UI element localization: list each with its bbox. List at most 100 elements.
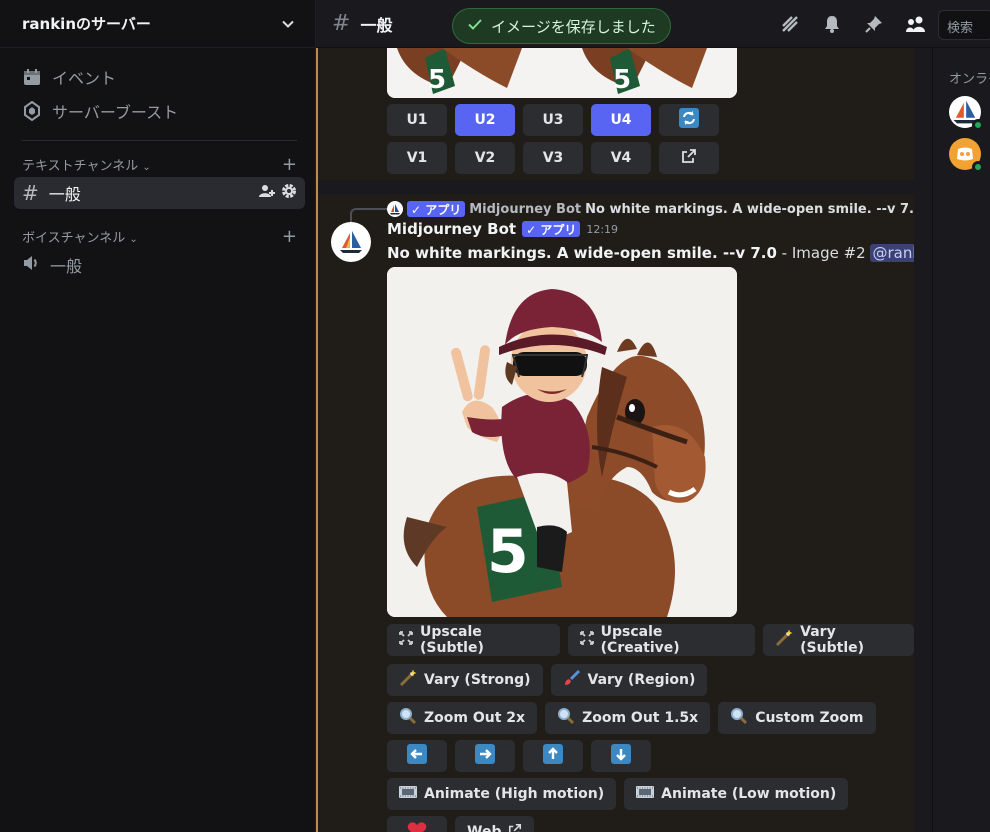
previous-message: 5 5 U1 U2 U3 U4 V1 V2 V3 V4 <box>316 48 914 180</box>
expand-icon <box>399 631 413 649</box>
category-text-channels[interactable]: テキストチャンネル ⌄ + <box>0 151 315 177</box>
calendar-icon <box>22 67 42 87</box>
gear-icon[interactable] <box>281 183 297 203</box>
server-header[interactable]: rankinのサーバー <box>0 0 315 48</box>
reply-reference[interactable]: ✓ アプリ Midjourney Bot No white markings. … <box>387 198 914 220</box>
add-channel-icon[interactable]: + <box>282 154 297 175</box>
chevron-down-icon: ⌄ <box>129 233 138 245</box>
add-channel-icon[interactable]: + <box>282 226 297 247</box>
custom-zoom-label: Custom Zoom <box>755 710 864 726</box>
favorite-button[interactable] <box>387 816 447 832</box>
web-button[interactable]: Web <box>455 816 535 832</box>
user-mention[interactable]: @rankin <box>870 244 914 262</box>
reroll-button[interactable] <box>659 104 719 136</box>
save-toast: イメージを保存しました <box>452 8 671 44</box>
speaker-icon <box>22 253 40 277</box>
v4-button[interactable]: V4 <box>591 142 651 174</box>
sidebar-server-boost[interactable]: サーバーブースト <box>0 94 315 128</box>
bot-avatar[interactable] <box>331 222 371 262</box>
author-name[interactable]: Midjourney Bot <box>387 220 516 238</box>
v2-button[interactable]: V2 <box>455 142 515 174</box>
bot-message: ✓ アプリ Midjourney Bot No white markings. … <box>316 194 914 832</box>
custom-zoom-button[interactable]: Custom Zoom <box>718 702 876 734</box>
vary-subtle-label: Vary (Subtle) <box>800 624 865 656</box>
channel-sidebar: rankinのサーバー イベント サーバーブースト テキストチャンネル ⌄ + … <box>0 0 316 832</box>
pan-up-button[interactable] <box>523 740 583 772</box>
film-icon <box>399 785 417 803</box>
sidebar-events[interactable]: イベント <box>0 60 315 94</box>
pan-left-button[interactable] <box>387 740 447 772</box>
vary-actions-row: Vary (Strong) Vary (Region) <box>387 664 708 696</box>
vary-strong-button[interactable]: Vary (Strong) <box>387 664 543 696</box>
animate-low-label: Animate (Low motion) <box>661 786 837 802</box>
animate-low-button[interactable]: Animate (Low motion) <box>624 778 849 810</box>
channel-general[interactable]: # 一般 <box>14 177 305 209</box>
u2-button[interactable]: U2 <box>455 104 515 136</box>
hash-icon: # <box>22 181 39 205</box>
u4-button[interactable]: U4 <box>591 104 651 136</box>
animate-high-button[interactable]: Animate (High motion) <box>387 778 617 810</box>
members-icon[interactable] <box>904 12 928 36</box>
timestamp: 12:19 <box>586 222 619 236</box>
open-link-button[interactable] <box>659 142 719 174</box>
zoom-out-15x-button[interactable]: Zoom Out 1.5x <box>545 702 711 734</box>
external-link-icon <box>681 148 697 168</box>
boost-icon <box>22 101 42 121</box>
magnifier-icon <box>557 707 575 729</box>
upscale-subtle-button[interactable]: Upscale (Subtle) <box>387 624 560 656</box>
member-list: オンライン <box>932 48 990 832</box>
vary-subtle-button[interactable]: Vary (Subtle) <box>763 624 914 656</box>
u3-button[interactable]: U3 <box>523 104 583 136</box>
invite-icon[interactable] <box>259 183 275 203</box>
arrow-left-icon <box>407 744 427 768</box>
pin-icon[interactable] <box>862 12 886 36</box>
zoom-out-2x-button[interactable]: Zoom Out 2x <box>387 702 538 734</box>
arrow-down-icon <box>611 744 631 768</box>
vary-region-label: Vary (Region) <box>587 672 696 688</box>
expand-icon <box>579 631 594 649</box>
upscale-creative-label: Upscale (Creative) <box>600 624 680 656</box>
server-name: rankinのサーバー <box>22 15 151 33</box>
animate-high-label: Animate (High motion) <box>424 786 605 802</box>
search-input[interactable]: 検索 <box>938 10 990 40</box>
arrow-right-icon <box>475 744 495 768</box>
prompt-text: No white markings. A wide-open smile. --… <box>387 244 777 262</box>
magnifier-icon <box>399 707 417 729</box>
toast-message: イメージを保存しました <box>491 17 656 36</box>
category-voice-label: ボイスチャンネル <box>22 230 126 246</box>
vary-region-button[interactable]: Vary (Region) <box>550 664 708 696</box>
upscale-creative-button[interactable]: Upscale (Creative) <box>567 624 756 656</box>
message-list: 5 5 U1 U2 U3 U4 V1 V2 V3 V4 ✓ アプリ Midjou… <box>316 48 914 832</box>
reply-text: No white markings. A wide-open smile. --… <box>585 201 914 217</box>
u1-button[interactable]: U1 <box>387 104 447 136</box>
svg-text:5: 5 <box>613 65 631 95</box>
voice-channel-label: 一般 <box>50 257 83 276</box>
v3-button[interactable]: V3 <box>523 142 583 174</box>
channel-title: 一般 <box>360 15 393 35</box>
pan-down-button[interactable] <box>591 740 651 772</box>
category-voice-channels[interactable]: ボイスチャンネル ⌄ + <box>0 223 315 249</box>
chevron-down-icon: ⌄ <box>142 161 151 173</box>
paintbrush-icon <box>563 669 581 691</box>
pan-right-button[interactable] <box>455 740 515 772</box>
header-toolbar <box>778 12 928 36</box>
voice-channel-general[interactable]: 一般 <box>14 249 305 281</box>
reply-connector <box>350 208 388 222</box>
member-avatar-rankin[interactable] <box>949 138 984 173</box>
threads-icon[interactable] <box>778 12 802 36</box>
highlight-bar <box>316 48 318 832</box>
image-grid-preview[interactable]: 5 5 <box>387 48 737 98</box>
variation-button-row: V1 V2 V3 V4 <box>387 142 719 174</box>
member-avatar-midjourney[interactable] <box>949 96 984 131</box>
message-header: Midjourney Bot ✓ アプリ 12:19 <box>387 220 618 238</box>
web-label: Web <box>467 824 502 832</box>
message-gap <box>316 180 914 194</box>
channel-general-label: 一般 <box>48 185 81 204</box>
generated-image[interactable]: 5 <box>387 267 737 617</box>
film-icon <box>636 785 655 803</box>
bell-icon[interactable] <box>820 12 844 36</box>
chevron-down-icon <box>281 17 295 31</box>
online-status-icon <box>972 161 984 173</box>
upscale-actions-row: Upscale (Subtle) Upscale (Creative) Vary… <box>387 624 914 656</box>
v1-button[interactable]: V1 <box>387 142 447 174</box>
